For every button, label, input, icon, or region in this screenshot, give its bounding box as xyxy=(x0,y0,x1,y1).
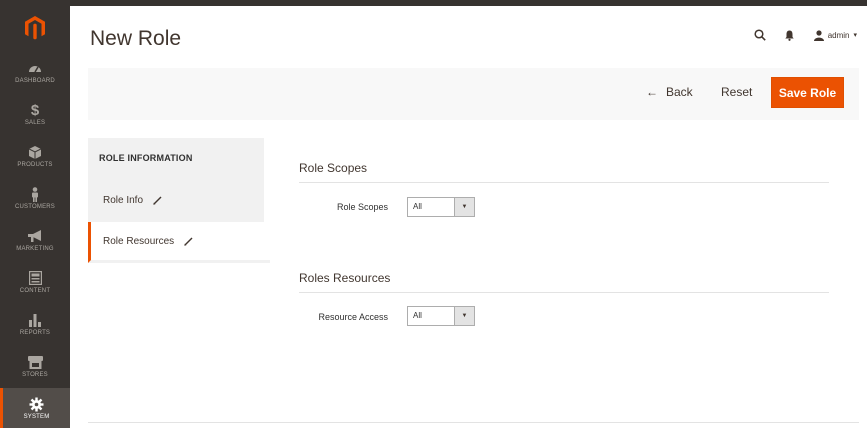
pencil-icon xyxy=(184,237,193,246)
role-tabs-panel: ROLE INFORMATION Role Info Role Resource… xyxy=(88,138,270,265)
magento-logo-icon xyxy=(25,16,45,40)
sidebar-item-label: Marketing xyxy=(16,246,54,252)
sidebar-item-system[interactable]: System xyxy=(0,388,70,428)
sidebar-item-label: Products xyxy=(17,162,53,168)
layout-icon xyxy=(28,270,42,286)
dollar-icon: $ xyxy=(30,101,40,119)
sidebar-item-dashboard[interactable]: Dashboard xyxy=(0,52,70,92)
section-divider xyxy=(299,182,829,183)
sidebar-item-label: System xyxy=(23,414,50,420)
search-icon[interactable] xyxy=(750,25,770,45)
sidebar-item-content[interactable]: Content xyxy=(0,262,70,302)
back-button-label: Back xyxy=(666,85,693,99)
save-role-button[interactable]: Save Role xyxy=(771,77,844,108)
admin-user-menu[interactable]: admin ▾ xyxy=(813,29,857,41)
roles-resources-section-title: Roles Resources xyxy=(299,271,391,285)
bar-chart-icon xyxy=(28,312,42,328)
sidebar-item-marketing[interactable]: Marketing xyxy=(0,220,70,260)
gear-icon xyxy=(29,396,44,412)
sidebar-item-sales[interactable]: $ Sales xyxy=(0,94,70,134)
content-bottom-divider xyxy=(88,422,859,423)
pencil-icon xyxy=(153,196,162,205)
sidebar-item-label: Sales xyxy=(24,120,46,126)
chevron-down-icon: ▼ xyxy=(454,307,474,325)
admin-username: admin xyxy=(827,30,850,40)
tab-label: Role Resources xyxy=(103,235,175,247)
sidebar-item-label: Reports xyxy=(19,330,51,336)
dashboard-icon xyxy=(28,60,42,76)
sidebar-item-reports[interactable]: Reports xyxy=(0,304,70,344)
chevron-down-icon: ▾ xyxy=(853,32,857,39)
section-divider xyxy=(299,292,829,293)
megaphone-icon xyxy=(27,228,43,244)
reset-button[interactable]: Reset xyxy=(721,85,752,99)
page-title: New Role xyxy=(90,27,182,50)
admin-sidebar: Dashboard $ Sales Products Customers Mar… xyxy=(0,6,70,428)
resource-access-label: Resource Access xyxy=(318,312,388,322)
tab-role-resources[interactable]: Role Resources xyxy=(88,222,270,263)
sidebar-item-label: Customers xyxy=(14,204,56,210)
sidebar-item-label: Stores xyxy=(22,372,48,378)
role-scopes-select[interactable]: All ▼ xyxy=(407,197,475,217)
role-scopes-label: Role Scopes xyxy=(336,202,388,212)
bell-icon[interactable] xyxy=(780,25,800,45)
resource-access-select[interactable]: All ▼ xyxy=(407,306,475,326)
store-icon xyxy=(27,354,43,370)
cube-icon xyxy=(29,144,41,160)
person-icon xyxy=(31,186,39,202)
sidebar-item-label: Dashboard xyxy=(15,78,55,84)
tab-role-info[interactable]: Role Info xyxy=(88,180,264,220)
sidebar-item-stores[interactable]: Stores xyxy=(0,346,70,386)
sidebar-item-label: Content xyxy=(19,288,51,294)
tabs-title: ROLE INFORMATION xyxy=(99,153,193,163)
tab-label: Role Info xyxy=(103,194,144,206)
user-icon xyxy=(813,29,824,41)
top-strip xyxy=(0,0,867,6)
back-button[interactable]: ← Back xyxy=(646,85,693,99)
chevron-down-icon: ▼ xyxy=(454,198,474,216)
role-scopes-section-title: Role Scopes xyxy=(299,161,368,175)
select-value: All xyxy=(413,311,422,320)
page-actions-bar: ← Back Reset Save Role xyxy=(88,68,859,120)
header-actions: admin ▾ xyxy=(740,25,857,45)
sidebar-item-customers[interactable]: Customers xyxy=(0,178,70,218)
arrow-left-icon: ← xyxy=(646,85,658,99)
sidebar-item-products[interactable]: Products xyxy=(0,136,70,176)
magento-logo[interactable] xyxy=(0,6,70,50)
select-value: All xyxy=(413,202,422,211)
